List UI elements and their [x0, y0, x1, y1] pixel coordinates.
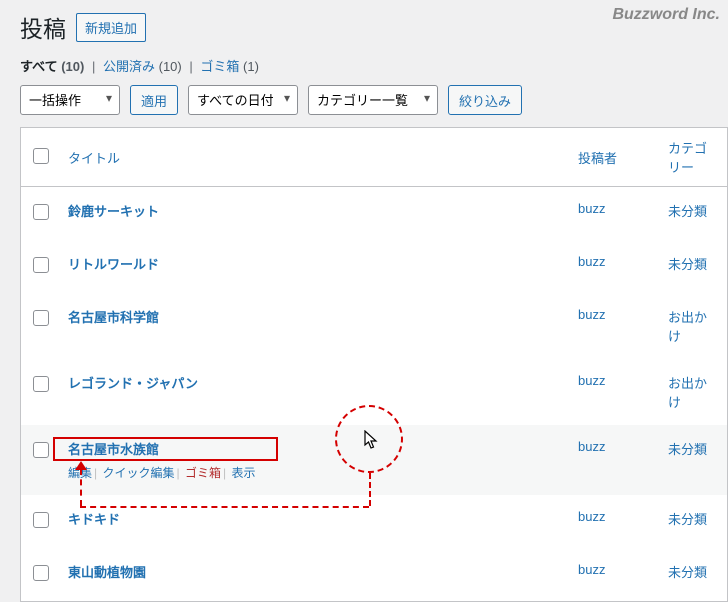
post-title-link[interactable]: レゴランド・ジャパン — [68, 376, 198, 391]
post-title-link[interactable]: 鈴鹿サーキット — [68, 204, 159, 219]
post-author-link[interactable]: buzz — [578, 562, 605, 577]
quick-edit-link[interactable]: クイック編集 — [102, 466, 174, 480]
add-new-button[interactable]: 新規追加 — [76, 13, 146, 42]
post-author-link[interactable]: buzz — [578, 201, 605, 216]
table-row: 名古屋市水族館 編集| クイック編集| ゴミ箱| 表示 buzz 未分類 — [21, 425, 728, 495]
post-category-link[interactable]: 未分類 — [668, 204, 707, 219]
page-title: 投稿 — [20, 10, 66, 44]
row-checkbox[interactable] — [33, 204, 49, 220]
table-row: リトルワールド buzz 未分類 — [21, 240, 728, 293]
row-actions: 編集| クイック編集| ゴミ箱| 表示 — [68, 464, 562, 481]
column-author: 投稿者 — [570, 128, 660, 187]
filter-all-count: (10) — [61, 59, 84, 74]
table-row: キドキド buzz 未分類 — [21, 495, 728, 548]
post-category-link[interactable]: 未分類 — [668, 512, 707, 527]
post-title-link[interactable]: キドキド — [68, 512, 120, 527]
post-category-link[interactable]: 未分類 — [668, 257, 707, 272]
post-title-link[interactable]: 名古屋市水族館 — [68, 442, 159, 457]
column-title[interactable]: タイトル — [68, 151, 120, 166]
row-checkbox[interactable] — [33, 310, 49, 326]
view-link[interactable]: 表示 — [231, 466, 255, 480]
filter-all-label: すべて — [20, 59, 58, 74]
post-author-link[interactable]: buzz — [578, 439, 605, 454]
status-filter-bar: すべて (10) | 公開済み (10) | ゴミ箱 (1) — [20, 56, 728, 75]
edit-link[interactable]: 編集 — [68, 466, 92, 480]
column-categories: カテゴリー — [660, 128, 728, 187]
table-row: レゴランド・ジャパン buzz お出かけ — [21, 359, 728, 425]
post-author-link[interactable]: buzz — [578, 509, 605, 524]
row-checkbox[interactable] — [33, 376, 49, 392]
category-filter-select[interactable]: カテゴリー一覧 — [308, 85, 438, 115]
filter-published-label: 公開済み — [103, 59, 155, 74]
table-row: 名古屋市科学館 buzz お出かけ — [21, 293, 728, 359]
post-category-link[interactable]: お出かけ — [668, 310, 707, 344]
post-author-link[interactable]: buzz — [578, 254, 605, 269]
row-checkbox[interactable] — [33, 257, 49, 273]
post-author-link[interactable]: buzz — [578, 373, 605, 388]
trash-link[interactable]: ゴミ箱 — [185, 466, 221, 480]
post-category-link[interactable]: 未分類 — [668, 442, 707, 457]
select-all-checkbox[interactable] — [33, 148, 49, 164]
table-row: 東山動植物園 buzz 未分類 — [21, 548, 728, 602]
row-checkbox[interactable] — [33, 512, 49, 528]
row-checkbox[interactable] — [33, 565, 49, 581]
filter-published-count: (10) — [159, 59, 182, 74]
filter-all[interactable]: すべて (10) — [20, 59, 88, 74]
date-filter-select[interactable]: すべての日付 — [188, 85, 298, 115]
posts-table: タイトル 投稿者 カテゴリー 鈴鹿サーキット buzz 未分類 リトルワールド … — [20, 127, 728, 602]
filter-published[interactable]: 公開済み (10) — [103, 59, 185, 74]
filter-button[interactable]: 絞り込み — [448, 85, 522, 115]
filter-trash[interactable]: ゴミ箱 (1) — [200, 59, 259, 74]
filter-trash-count: (1) — [243, 59, 259, 74]
brand-label: Buzzword Inc. — [612, 6, 720, 24]
apply-button[interactable]: 適用 — [130, 85, 178, 115]
post-category-link[interactable]: 未分類 — [668, 565, 707, 580]
post-title-link[interactable]: 東山動植物園 — [68, 565, 146, 580]
post-author-link[interactable]: buzz — [578, 307, 605, 322]
filter-trash-label: ゴミ箱 — [200, 59, 239, 74]
row-checkbox[interactable] — [33, 442, 49, 458]
post-title-link[interactable]: リトルワールド — [68, 257, 159, 272]
bulk-action-select[interactable]: 一括操作 — [20, 85, 120, 115]
table-row: 鈴鹿サーキット buzz 未分類 — [21, 187, 728, 241]
post-title-link[interactable]: 名古屋市科学館 — [68, 310, 159, 325]
post-category-link[interactable]: お出かけ — [668, 376, 707, 410]
